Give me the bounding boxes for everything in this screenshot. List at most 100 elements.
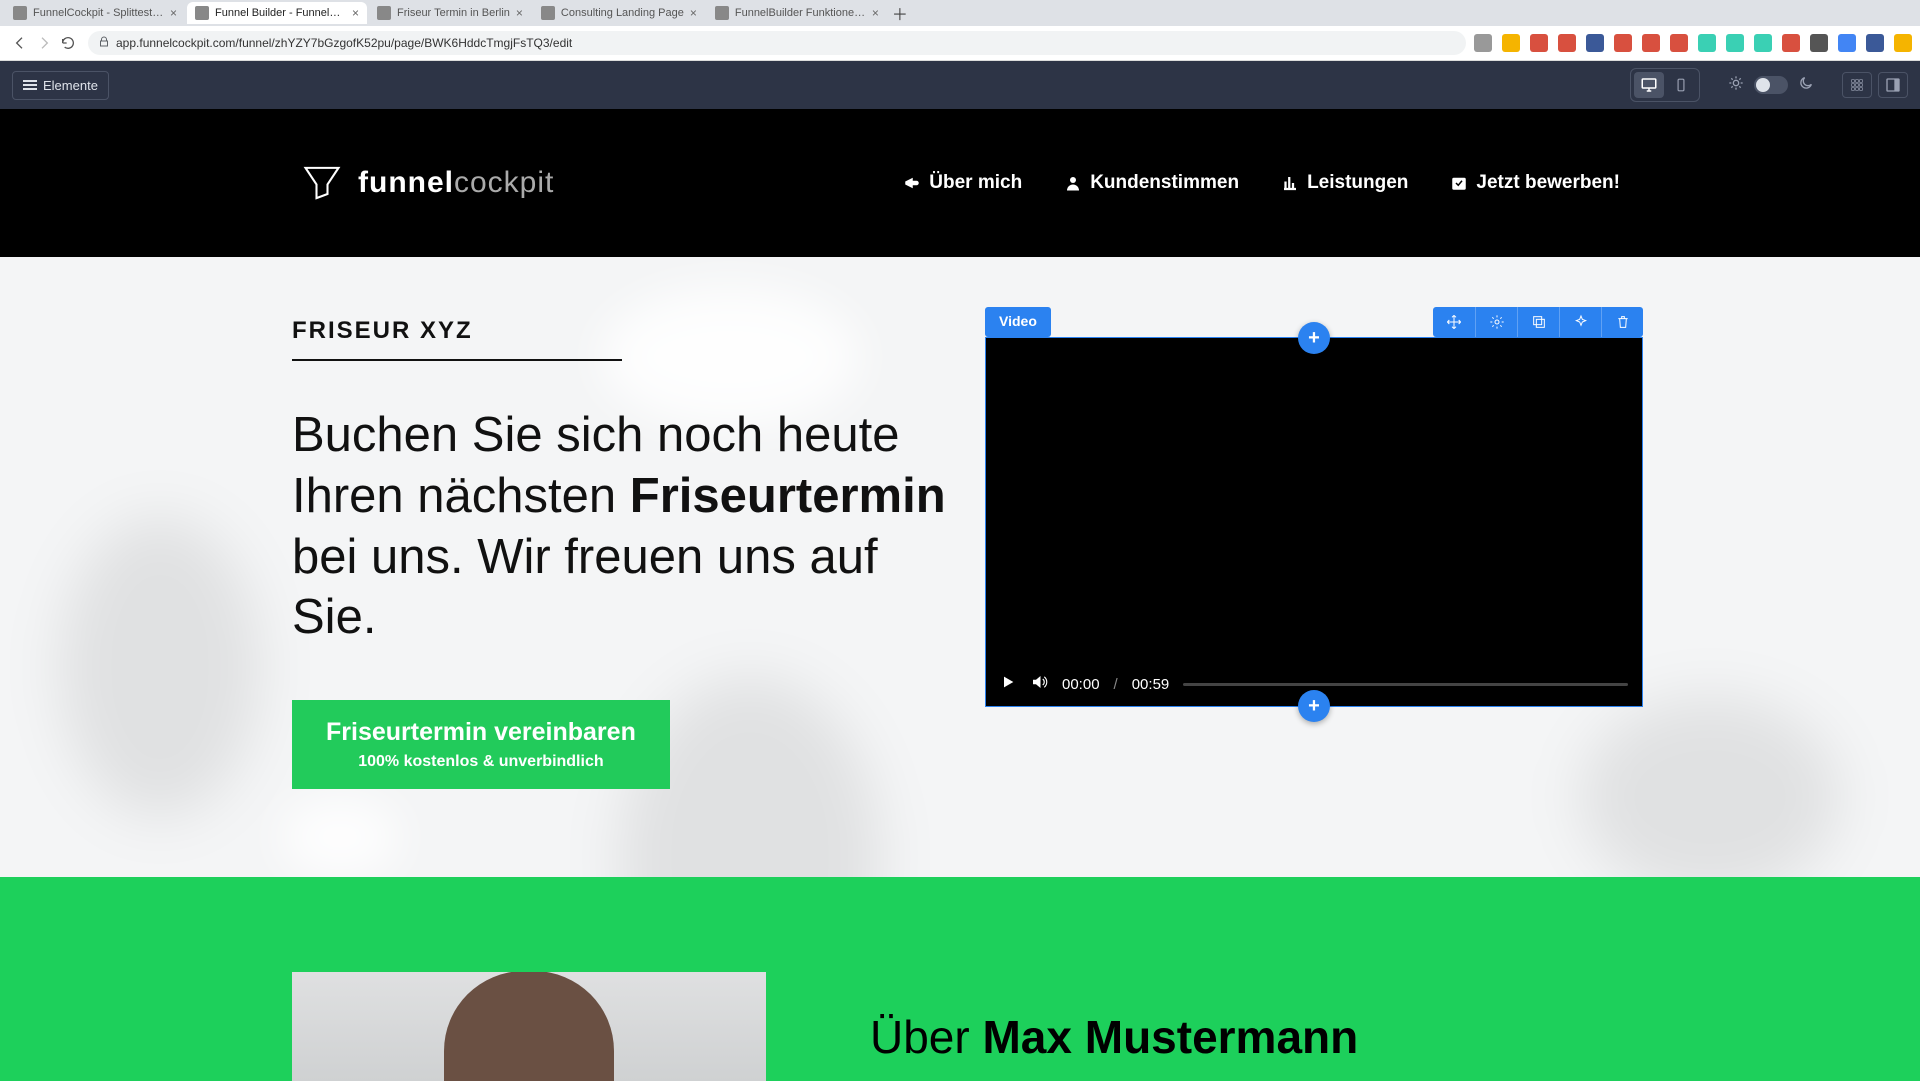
tab-close-icon[interactable]: ×	[872, 6, 879, 20]
about-title-pre: Über	[870, 1011, 982, 1063]
back-button[interactable]	[8, 31, 32, 55]
forward-button[interactable]	[32, 31, 56, 55]
element-settings-button[interactable]	[1475, 307, 1517, 337]
new-tab-button[interactable]: ＋	[889, 2, 911, 24]
reload-button[interactable]	[56, 31, 80, 55]
tab-title: Funnel Builder - FunnelCockpit	[215, 7, 346, 19]
headline-post: bei uns. Wir freuen uns auf Sie.	[292, 530, 878, 645]
arrow-left-icon	[12, 35, 28, 51]
calendar-check-icon	[1450, 174, 1468, 192]
video-time-separator: /	[1114, 676, 1118, 693]
extension-icon[interactable]	[1586, 34, 1604, 52]
delete-element-button[interactable]	[1601, 307, 1643, 337]
browser-tab[interactable]: Friseur Termin in Berlin ×	[369, 2, 531, 24]
volume-button[interactable]	[1030, 673, 1048, 696]
nav-item-testimonials[interactable]: Kundenstimmen	[1064, 172, 1239, 194]
element-toolbar	[1433, 307, 1643, 337]
extension-icon[interactable]	[1894, 34, 1912, 52]
nav-item-services[interactable]: Leistungen	[1281, 172, 1408, 194]
mobile-icon	[1674, 76, 1688, 94]
reload-icon	[60, 35, 76, 51]
hero-section[interactable]: FRISEUR XYZ Buchen Sie sich noch heute I…	[0, 257, 1920, 877]
chart-icon	[1281, 174, 1299, 192]
nav-label: Über mich	[929, 172, 1022, 194]
elements-panel-button[interactable]: Elemente	[12, 71, 109, 100]
extension-icon[interactable]	[1642, 34, 1660, 52]
profile-avatar-icon[interactable]	[1866, 34, 1884, 52]
video-player[interactable]: + 00:00 / 00:59	[985, 337, 1643, 707]
hero-cta-button[interactable]: Friseurtermin vereinbaren 100% kostenlos…	[292, 700, 670, 789]
editor-canvas[interactable]: funnelcockpit Über mich Kundenstimmen Le…	[0, 109, 1920, 1081]
tab-title: Friseur Termin in Berlin	[397, 7, 510, 19]
tab-close-icon[interactable]: ×	[352, 6, 359, 20]
add-element-below-button[interactable]: +	[1298, 690, 1330, 722]
extension-icon[interactable]	[1810, 34, 1828, 52]
tab-close-icon[interactable]: ×	[690, 6, 697, 20]
star-icon[interactable]	[1502, 34, 1520, 52]
extension-icon[interactable]	[1754, 34, 1772, 52]
mobile-view-button[interactable]	[1666, 72, 1696, 98]
page-header[interactable]: funnelcockpit Über mich Kundenstimmen Le…	[0, 109, 1920, 257]
sidebar-toggle-button[interactable]	[1878, 72, 1908, 98]
layout-tools	[1842, 72, 1908, 98]
tab-strip: FunnelCockpit - Splittests, Ma × Funnel …	[0, 0, 1920, 26]
extension-icon[interactable]	[1726, 34, 1744, 52]
move-element-button[interactable]	[1433, 307, 1475, 337]
hero-text-column[interactable]: FRISEUR XYZ Buchen Sie sich noch heute I…	[0, 317, 960, 789]
move-icon	[1446, 314, 1462, 330]
favicon-icon	[377, 6, 391, 20]
browser-tab[interactable]: Consulting Landing Page ×	[533, 2, 705, 24]
browser-tab[interactable]: FunnelBuilder Funktionen & El ×	[707, 2, 887, 24]
tab-title: FunnelCockpit - Splittests, Ma	[33, 7, 164, 19]
extension-icon[interactable]	[1670, 34, 1688, 52]
grid-icon	[1849, 77, 1865, 93]
theme-toggle[interactable]	[1754, 76, 1788, 94]
gear-icon	[1489, 314, 1505, 330]
browser-tab[interactable]: Funnel Builder - FunnelCockpit ×	[187, 2, 367, 24]
about-section[interactable]: Über Max Mustermann	[0, 877, 1920, 1081]
theme-switcher	[1728, 75, 1814, 96]
video-element-selected[interactable]: Video	[985, 307, 1643, 707]
about-heading[interactable]: Über Max Mustermann	[870, 1010, 1358, 1064]
extension-icon[interactable]	[1614, 34, 1632, 52]
play-button[interactable]	[1000, 674, 1016, 695]
element-type-label[interactable]: Video	[985, 307, 1051, 337]
site-logo[interactable]: funnelcockpit	[300, 161, 554, 205]
extension-icon[interactable]	[1698, 34, 1716, 52]
tab-close-icon[interactable]: ×	[516, 6, 523, 20]
browser-toolbar: app.funnelcockpit.com/funnel/zhYZY7bGzgo…	[0, 26, 1920, 60]
sun-icon	[1728, 75, 1744, 96]
url-bar[interactable]: app.funnelcockpit.com/funnel/zhYZY7bGzgo…	[88, 31, 1466, 55]
video-total-time: 00:59	[1132, 676, 1170, 693]
favicon-icon	[715, 6, 729, 20]
extension-icon[interactable]	[1530, 34, 1548, 52]
nav-item-about[interactable]: Über mich	[903, 172, 1022, 194]
video-progress-track[interactable]	[1183, 683, 1628, 686]
extension-icon[interactable]	[1474, 34, 1492, 52]
duplicate-element-button[interactable]	[1517, 307, 1559, 337]
extension-icon[interactable]	[1558, 34, 1576, 52]
tab-close-icon[interactable]: ×	[170, 6, 177, 20]
about-portrait-image[interactable]	[292, 972, 766, 1081]
user-icon	[1064, 174, 1082, 192]
arrow-right-icon	[36, 35, 52, 51]
add-element-above-button[interactable]: +	[1298, 322, 1330, 354]
copy-icon	[1531, 314, 1547, 330]
volume-icon	[1030, 673, 1048, 691]
tab-title: Consulting Landing Page	[561, 7, 684, 19]
megaphone-icon	[903, 174, 921, 192]
funnel-logo-icon	[300, 161, 344, 205]
extension-icon[interactable]	[1838, 34, 1856, 52]
moon-icon	[1798, 75, 1814, 96]
cta-title: Friseurtermin vereinbaren	[326, 718, 636, 747]
extension-icon[interactable]	[1782, 34, 1800, 52]
grid-toggle-button[interactable]	[1842, 72, 1872, 98]
browser-tab[interactable]: FunnelCockpit - Splittests, Ma ×	[5, 2, 185, 24]
desktop-icon	[1640, 76, 1658, 94]
hero-headline[interactable]: Buchen Sie sich noch heute Ihren nächste…	[292, 405, 960, 648]
nav-item-apply[interactable]: Jetzt bewerben!	[1450, 172, 1620, 194]
headline-bold: Friseurtermin	[630, 469, 946, 523]
nav-label: Jetzt bewerben!	[1476, 172, 1620, 194]
desktop-view-button[interactable]	[1634, 72, 1664, 98]
element-ai-button[interactable]	[1559, 307, 1601, 337]
